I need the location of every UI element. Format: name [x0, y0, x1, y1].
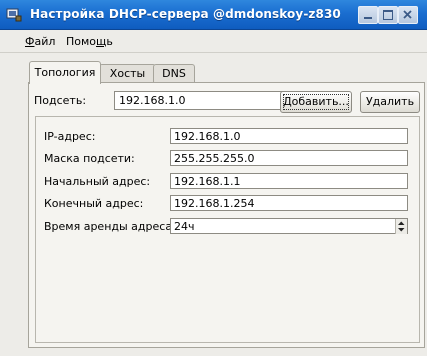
close-icon — [403, 10, 412, 19]
subnet-label: Подсеть: — [34, 94, 87, 107]
spin-buttons[interactable] — [395, 219, 407, 234]
close-button[interactable] — [398, 6, 418, 24]
subnet-mask-field[interactable]: 255.255.255.0 — [170, 150, 408, 166]
lease-time-spinbox[interactable]: 24ч — [170, 218, 408, 234]
title-bar[interactable]: Настройка DHCP-сервера @dmdonskoy-z830 — [0, 0, 427, 30]
spin-up-icon[interactable] — [398, 221, 405, 226]
app-icon — [6, 8, 22, 22]
topology-panel: Подсеть: 192.168.1.0 Добавить... Удалить… — [28, 82, 425, 348]
end-address-label: Конечный адрес: — [44, 197, 144, 210]
lease-time-label: Время аренды адреса: — [44, 220, 176, 233]
minimize-icon — [364, 17, 372, 19]
dhcp-settings-window: Настройка DHCP-сервера @dmdonskoy-z830 Ф… — [0, 0, 427, 356]
maximize-button[interactable] — [378, 6, 398, 24]
subnet-value: 192.168.1.0 — [119, 94, 186, 107]
spin-down-icon[interactable] — [398, 228, 405, 232]
menu-file[interactable]: Файл — [25, 35, 55, 48]
minimize-button[interactable] — [358, 6, 378, 24]
tab-topology[interactable]: Топология — [29, 61, 101, 84]
start-address-label: Начальный адрес: — [44, 175, 151, 188]
focus-ring — [283, 94, 349, 110]
ip-address-field[interactable]: 192.168.1.0 — [170, 128, 408, 144]
start-address-field[interactable]: 192.168.1.1 — [170, 173, 408, 189]
tab-hosts[interactable]: Хосты — [99, 64, 156, 83]
subnet-settings-group: IP-адрес: 192.168.1.0 Маска подсети: 255… — [35, 116, 420, 343]
delete-subnet-button[interactable]: Удалить — [360, 91, 420, 113]
menu-help[interactable]: Помощь — [66, 35, 113, 48]
maximize-icon — [383, 10, 393, 20]
ip-address-label: IP-адрес: — [44, 130, 96, 143]
add-subnet-button[interactable]: Добавить... — [280, 91, 352, 113]
menu-bar: Файл Помощь — [0, 30, 427, 51]
tab-dns[interactable]: DNS — [153, 64, 195, 83]
window-title: Настройка DHCP-сервера @dmdonskoy-z830 — [30, 7, 341, 21]
subnet-select[interactable]: 192.168.1.0 — [114, 91, 300, 110]
menu-separator — [0, 52, 427, 53]
subnet-mask-label: Маска подсети: — [44, 152, 135, 165]
lease-time-value: 24ч — [174, 220, 195, 233]
end-address-field[interactable]: 192.168.1.254 — [170, 195, 408, 211]
